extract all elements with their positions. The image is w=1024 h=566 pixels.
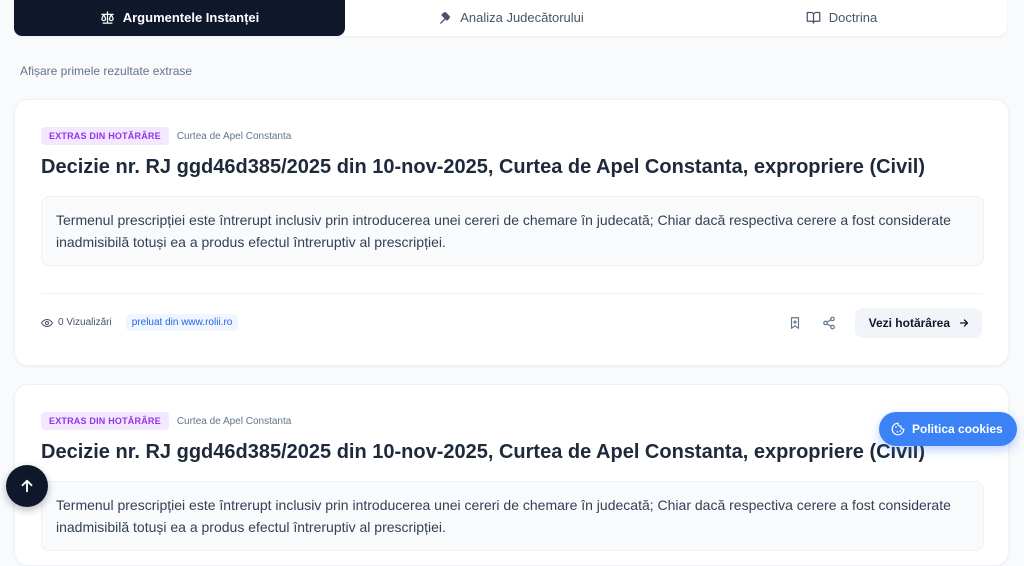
tab-analiza-judecatorului[interactable]: Analiza Judecătorului xyxy=(345,0,676,36)
view-decision-label: Vezi hotărârea xyxy=(868,316,950,330)
result-title[interactable]: Decizie nr. RJ ggd46d385/2025 din 10-nov… xyxy=(41,156,925,179)
cookie-icon xyxy=(891,422,905,436)
extract-badge: EXTRAS DIN HOTĂRÂRE xyxy=(41,127,169,145)
court-name: Curtea de Apel Constanta xyxy=(176,130,292,142)
book-icon xyxy=(806,11,821,24)
result-footer-left: 0 Vizualizări preluat din www.rolii.ro xyxy=(41,314,239,331)
court-name: Curtea de Apel Constanta xyxy=(176,415,292,427)
result-title[interactable]: Decizie nr. RJ ggd46d385/2025 din 10-nov… xyxy=(41,441,925,464)
extract-badge: EXTRAS DIN HOTĂRÂRE xyxy=(41,412,169,430)
result-excerpt: Termenul prescripției este întrerupt inc… xyxy=(41,196,984,266)
cookie-policy-label: Politica cookies xyxy=(912,422,1003,436)
views-count: 0 Vizualizări xyxy=(41,317,112,329)
bookmark-icon xyxy=(790,317,799,329)
tab-doctrina[interactable]: Doctrina xyxy=(676,0,1007,36)
arrow-right-icon xyxy=(959,319,969,327)
divider xyxy=(41,293,982,294)
results-subtitle: Afișare primele rezultate extrase xyxy=(20,64,193,78)
arrow-up-icon xyxy=(21,479,33,493)
tab-bar: Argumentele Instanței Analiza Judecătoru… xyxy=(14,0,1007,36)
share-button[interactable] xyxy=(821,315,837,331)
bookmark-button[interactable] xyxy=(787,315,803,331)
result-card: EXTRAS DIN HOTĂRÂRE Curtea de Apel Const… xyxy=(14,384,1009,566)
result-excerpt: Termenul prescripției este întrerupt inc… xyxy=(41,481,984,551)
scroll-to-top-button[interactable] xyxy=(6,465,48,507)
tab-argumentele-instantei[interactable]: Argumentele Instanței xyxy=(14,0,345,36)
tab-label: Doctrina xyxy=(828,9,878,25)
result-meta: EXTRAS DIN HOTĂRÂRE Curtea de Apel Const… xyxy=(41,412,291,430)
eye-icon xyxy=(41,318,53,327)
cookie-policy-button[interactable]: Politica cookies xyxy=(879,412,1017,446)
result-actions: Vezi hotărârea xyxy=(787,308,982,338)
tab-label: Analiza Judecătorului xyxy=(460,9,584,25)
gavel-icon xyxy=(440,11,451,24)
share-icon xyxy=(822,316,835,330)
result-card: EXTRAS DIN HOTĂRÂRE Curtea de Apel Const… xyxy=(14,99,1009,366)
view-decision-button[interactable]: Vezi hotărârea xyxy=(854,308,982,338)
source-badge[interactable]: preluat din www.rolii.ro xyxy=(125,314,239,331)
views-label: 0 Vizualizări xyxy=(58,317,112,328)
result-meta: EXTRAS DIN HOTĂRÂRE Curtea de Apel Const… xyxy=(41,127,291,145)
tab-label: Argumentele Instanței xyxy=(122,9,260,25)
scale-icon xyxy=(100,10,114,24)
